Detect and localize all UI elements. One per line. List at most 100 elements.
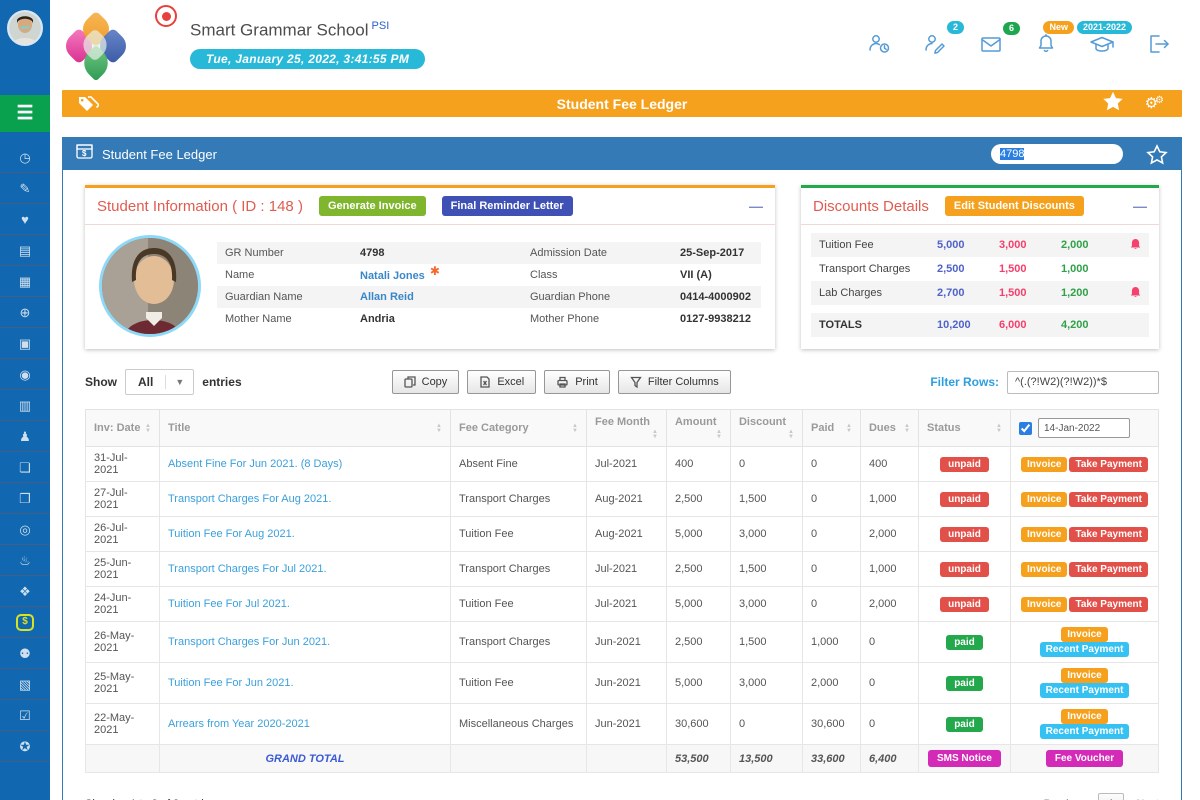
student-field-row: Guardian NameAllan ReidGuardian Phone041…	[217, 286, 761, 308]
discount-row: Transport Charges2,5001,5001,000	[811, 257, 1149, 281]
student-attendance-icon[interactable]: 2	[922, 32, 948, 56]
sidebar-item-exams[interactable]: ☑	[0, 700, 50, 731]
take-button[interactable]: Take Payment	[1069, 562, 1148, 577]
status-badge: paid	[946, 717, 983, 732]
take-button[interactable]: Take Payment	[1069, 597, 1148, 612]
fee-title-link[interactable]: Absent Fine For Jun 2021. (8 Days)	[168, 458, 342, 470]
dashboard-icon: ◷	[19, 151, 30, 164]
discount-value: 1,500	[999, 287, 1061, 299]
reminder-bell-icon[interactable]	[1123, 238, 1141, 253]
menu-toggle-button[interactable]: ☰	[0, 95, 50, 132]
logout-icon[interactable]	[1146, 32, 1172, 56]
academics-icon: ✪	[20, 740, 31, 753]
sidebar-item-student-admission[interactable]: ✎	[0, 173, 50, 204]
column-header-status[interactable]: Status▲▼	[918, 410, 1010, 447]
recent-button[interactable]: Recent Payment	[1040, 642, 1130, 657]
fee-title-link[interactable]: Arrears from Year 2020-2021	[168, 718, 310, 730]
invoice-button[interactable]: Invoice	[1021, 527, 1067, 542]
fee-title-link[interactable]: Transport Charges For Jul 2021.	[168, 563, 327, 575]
sidebar-item-homework[interactable]: ▣	[0, 328, 50, 359]
top-header: Smart Grammar SchoolPSI Tue, January 25,…	[50, 0, 1200, 90]
fee-title-link[interactable]: Tuition Fee For Jun 2021.	[168, 677, 294, 689]
column-header-label: Status	[927, 422, 961, 434]
panel-title: Student Fee Ledger	[102, 147, 217, 162]
sidebar-item-attendance[interactable]: ▥	[0, 390, 50, 421]
sidebar-item-students[interactable]: ◉	[0, 359, 50, 390]
excel-button[interactable]: Excel	[467, 370, 536, 394]
sidebar-item-gallery[interactable]: ❏	[0, 452, 50, 483]
recent-button[interactable]: Recent Payment	[1040, 724, 1130, 739]
bookmark-star-icon[interactable]	[1146, 144, 1168, 165]
staff-clock-icon[interactable]	[866, 32, 892, 56]
academic-session-icon[interactable]: 2021-2022	[1088, 32, 1116, 56]
notifications-bell-icon[interactable]: New	[1034, 32, 1058, 56]
cell-inv-date: 26-Jul-2021	[86, 517, 160, 552]
student-search-input[interactable]	[991, 144, 1123, 164]
fee-title-link[interactable]: Tuition Fee For Jul 2021.	[168, 598, 290, 610]
final-reminder-button[interactable]: Final Reminder Letter	[442, 196, 573, 216]
sidebar-item-web-portal[interactable]: ⊕	[0, 297, 50, 328]
invoice-button[interactable]: Invoice	[1021, 457, 1067, 472]
sidebar-item-parents[interactable]: ⚉	[0, 638, 50, 669]
filter-rows-input[interactable]	[1007, 371, 1159, 394]
take-button[interactable]: Take Payment	[1069, 457, 1148, 472]
column-header-paid[interactable]: Paid▲▼	[802, 410, 860, 447]
sidebar-item-student-health[interactable]: ♥	[0, 204, 50, 235]
invoice-button[interactable]: Invoice	[1021, 492, 1067, 507]
fee-title-link[interactable]: Tuition Fee For Aug 2021.	[168, 528, 295, 540]
date-filter-input[interactable]	[1038, 418, 1130, 438]
messages-icon[interactable]: 6	[978, 33, 1004, 55]
favorite-star-icon[interactable]	[1103, 92, 1123, 116]
sidebar-item-library[interactable]: ❖	[0, 576, 50, 607]
school-name: Smart Grammar School	[190, 20, 369, 39]
filter-columns-button[interactable]: Filter Columns	[618, 370, 731, 394]
sidebar-item-birthdays[interactable]: ♨	[0, 545, 50, 576]
invoice-button[interactable]: Invoice	[1021, 597, 1067, 612]
invoice-button[interactable]: Invoice	[1061, 668, 1107, 683]
copy-button[interactable]: Copy	[392, 370, 460, 394]
sidebar-item-academics[interactable]: ✪	[0, 731, 50, 762]
svg-text:$: $	[82, 149, 87, 158]
date-filter-checkbox[interactable]	[1019, 422, 1032, 435]
sidebar-item-staff[interactable]: ♟	[0, 421, 50, 452]
sidebar-item-id-cards[interactable]: ▦	[0, 266, 50, 297]
generate-invoice-button[interactable]: Generate Invoice	[319, 196, 426, 216]
edit-discounts-button[interactable]: Edit Student Discounts	[945, 196, 1084, 216]
reminder-bell-icon[interactable]	[1123, 286, 1141, 301]
collapse-student-card-icon[interactable]: —	[749, 198, 763, 214]
recent-button[interactable]: Recent Payment	[1040, 683, 1130, 698]
settings-gears-icon[interactable]: ⚙⚙	[1145, 96, 1164, 111]
print-button[interactable]: Print	[544, 370, 610, 394]
fee-title-link[interactable]: Transport Charges For Jun 2021.	[168, 636, 330, 648]
collapse-discounts-card-icon[interactable]: —	[1133, 198, 1147, 214]
sidebar-item-student-fee-ledger[interactable]: $	[0, 607, 50, 638]
field-value[interactable]: Natali Jones✱	[360, 268, 530, 282]
cell-actions: InvoiceTake Payment	[1011, 482, 1159, 517]
field-value[interactable]: Allan Reid	[360, 291, 530, 303]
invoice-button[interactable]: Invoice	[1061, 627, 1107, 642]
sidebar-item-front-desk[interactable]: ❐	[0, 483, 50, 514]
column-header-discount[interactable]: Discount▲▼	[730, 410, 802, 447]
page-length-select[interactable]: All ▼	[125, 369, 194, 395]
column-header-dues[interactable]: Dues▲▼	[860, 410, 918, 447]
sidebar-item-health-cards[interactable]: ▧	[0, 669, 50, 700]
student-settings-icon[interactable]: ✱	[430, 264, 440, 278]
sidebar-item-dashboard[interactable]: ◷	[0, 142, 50, 173]
fee-voucher-button[interactable]: Fee Voucher	[1046, 750, 1123, 767]
sms-notice-button[interactable]: SMS Notice	[928, 750, 1001, 767]
column-header-amount[interactable]: Amount▲▼	[666, 410, 730, 447]
page-1-button[interactable]: 1	[1098, 793, 1124, 800]
sidebar-item-fee-challan[interactable]: ▤	[0, 235, 50, 266]
column-header-fee-category[interactable]: Fee Category▲▼	[450, 410, 586, 447]
user-avatar[interactable]	[7, 10, 43, 46]
show-label: Show	[85, 375, 117, 389]
fee-title-link[interactable]: Transport Charges For Aug 2021.	[168, 493, 331, 505]
invoice-button[interactable]: Invoice	[1061, 709, 1107, 724]
column-header-fee-month[interactable]: Fee Month▲▼	[586, 410, 666, 447]
column-header-title[interactable]: Title▲▼	[160, 410, 451, 447]
column-header-inv-date[interactable]: Inv: Date▲▼	[86, 410, 160, 447]
take-button[interactable]: Take Payment	[1069, 527, 1148, 542]
take-button[interactable]: Take Payment	[1069, 492, 1148, 507]
sidebar-item-accounts[interactable]: ◎	[0, 514, 50, 545]
invoice-button[interactable]: Invoice	[1021, 562, 1067, 577]
